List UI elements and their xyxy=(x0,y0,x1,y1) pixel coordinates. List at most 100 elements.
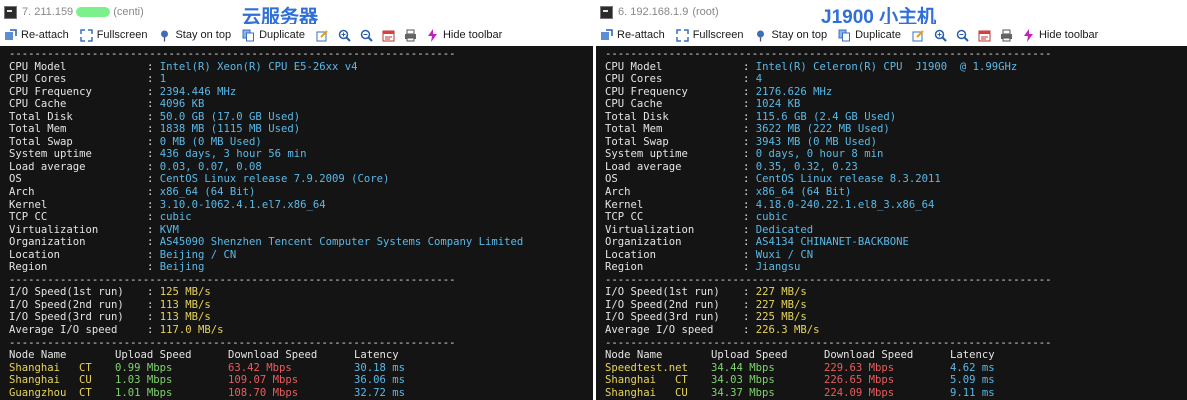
info-value: 0 MB (0 MB Used) xyxy=(159,135,262,148)
info-value: 2176.626 MHz xyxy=(755,85,833,98)
reattach-icon xyxy=(4,28,21,42)
latency: 32.72 ms xyxy=(354,386,406,399)
column-header: Node Name xyxy=(9,349,67,362)
macro-button[interactable] xyxy=(382,29,395,42)
upload-speed: 34.44 Mbps xyxy=(711,361,775,374)
info-key: OS xyxy=(9,173,22,186)
info-row: Load average: 0.35, 0.32, 0.23 xyxy=(605,161,1187,174)
node-name: Shanghai CU xyxy=(605,387,711,400)
macro-button[interactable] xyxy=(978,29,991,42)
toolbar-button-label: Fullscreen xyxy=(692,29,744,41)
tab-user: (centi) xyxy=(113,6,144,18)
reattach-button[interactable]: Re-attach xyxy=(600,28,665,42)
info-value: CentOS Linux release 7.9.2009 (Core) xyxy=(159,173,390,186)
node-isp: CU xyxy=(79,374,92,387)
print-button[interactable] xyxy=(1000,29,1013,42)
info-row: CPU Cache: 4096 KB xyxy=(9,98,593,111)
info-row: I/O Speed(3rd run): 113 MB/s xyxy=(9,311,593,324)
reattach-button[interactable]: Re-attach xyxy=(4,28,69,42)
info-colon: : xyxy=(743,110,756,123)
info-value: 3622 MB (222 MB Used) xyxy=(755,123,890,136)
info-key: I/O Speed(1st run) xyxy=(605,286,720,299)
pin-icon xyxy=(754,29,771,42)
stay-on-top-button[interactable]: Stay on top xyxy=(158,29,231,42)
info-colon: : xyxy=(147,173,160,186)
latency: 36.06 ms xyxy=(354,374,406,387)
toolbar-button-label: Fullscreen xyxy=(96,29,148,41)
toolbar-button-label: Stay on top xyxy=(771,29,828,41)
zoom-in-button[interactable] xyxy=(338,29,351,42)
edit-button[interactable] xyxy=(316,29,329,42)
speed-row: Guangzhou CT 1.01 Mbps 108.70 Mbps 32.72 ms xyxy=(9,387,593,400)
terminal-output[interactable]: ----------------------------------------… xyxy=(0,46,593,400)
terminal-tab-icon xyxy=(600,5,613,19)
hide-toolbar-button[interactable]: Hide toolbar xyxy=(426,28,502,42)
info-row: CPU Cores: 1 xyxy=(9,73,593,86)
duplicate-button[interactable]: Duplicate xyxy=(242,29,305,42)
info-value: 225 MB/s xyxy=(755,311,807,324)
info-value: AS4134 CHINANET-BACKBONE xyxy=(755,236,909,249)
toolbar-button-label: Re-attach xyxy=(21,29,69,41)
info-value: 1 xyxy=(159,73,167,86)
session-tab[interactable]: 7. 211.159 (centi) xyxy=(4,4,144,20)
separator-line: ----------------------------------------… xyxy=(9,48,456,60)
info-colon: : xyxy=(147,198,160,211)
separator-line: ----------------------------------------… xyxy=(9,336,456,349)
info-row: Total Swap: 3943 MB (0 MB Used) xyxy=(605,136,1187,149)
info-key: CPU Cache xyxy=(605,98,663,111)
stay-on-top-button[interactable]: Stay on top xyxy=(754,29,827,42)
zoom-out-icon xyxy=(956,29,969,42)
info-row: System uptime: 436 days, 3 hour 56 min xyxy=(9,148,593,161)
info-value: 3943 MB (0 MB Used) xyxy=(755,135,877,148)
info-row: TCP CC: cubic xyxy=(9,211,593,224)
info-key: Organization xyxy=(605,236,682,249)
info-key: Total Swap xyxy=(9,135,73,148)
title-bar: 7. 211.159 (centi) 云服务器 xyxy=(0,0,593,28)
info-key: CPU Cores xyxy=(9,73,67,86)
info-row: I/O Speed(3rd run): 225 MB/s xyxy=(605,311,1187,324)
info-row: OS: CentOS Linux release 8.3.2011 xyxy=(605,173,1187,186)
info-key: Total Disk xyxy=(9,110,73,123)
info-key: Organization xyxy=(9,236,86,249)
info-colon: : xyxy=(743,324,756,337)
info-row: TCP CC: cubic xyxy=(605,211,1187,224)
session-tab[interactable]: 6. 192.168.1.9 (root) xyxy=(600,4,719,20)
info-value: CentOS Linux release 8.3.2011 xyxy=(755,173,941,186)
zoom-in-button[interactable] xyxy=(934,29,947,42)
info-key: Average I/O speed xyxy=(605,324,714,337)
print-button[interactable] xyxy=(404,29,417,42)
info-key: Total Swap xyxy=(605,135,669,148)
duplicate-icon xyxy=(838,29,855,42)
zoom-out-button[interactable] xyxy=(956,29,969,42)
latency: 4.62 ms xyxy=(950,361,995,374)
info-row: I/O Speed(2nd run): 227 MB/s xyxy=(605,299,1187,312)
info-row: CPU Frequency: 2394.446 MHz xyxy=(9,86,593,99)
info-row: CPU Frequency: 2176.626 MHz xyxy=(605,86,1187,99)
info-row: Virtualization: KVM xyxy=(9,224,593,237)
edit-button[interactable] xyxy=(912,29,925,42)
info-colon: : xyxy=(743,236,756,249)
fullscreen-button[interactable]: Fullscreen xyxy=(79,28,148,42)
fullscreen-button[interactable]: Fullscreen xyxy=(675,28,744,42)
latency: 9.11 ms xyxy=(950,386,995,399)
hide-toolbar-button[interactable]: Hide toolbar xyxy=(1022,28,1098,42)
node-name: Shanghai CT xyxy=(9,362,115,375)
info-key: System uptime xyxy=(9,148,92,161)
info-value: 3.10.0-1062.4.1.el7.x86_64 xyxy=(159,198,326,211)
info-colon: : xyxy=(743,286,756,299)
node-isp: CU xyxy=(675,386,688,399)
info-key: Region xyxy=(605,261,644,274)
info-value: 50.0 GB (17.0 GB Used) xyxy=(159,110,301,123)
edit-icon xyxy=(912,29,925,42)
info-key: Average I/O speed xyxy=(9,324,118,337)
download-speed: 226.65 Mbps xyxy=(824,374,895,387)
zoom-out-button[interactable] xyxy=(360,29,373,42)
duplicate-button[interactable]: Duplicate xyxy=(838,29,901,42)
terminal-output[interactable]: ----------------------------------------… xyxy=(596,46,1187,400)
info-colon: : xyxy=(743,85,756,98)
info-key: Kernel xyxy=(9,198,48,211)
info-colon: : xyxy=(743,73,756,86)
info-colon: : xyxy=(743,160,756,173)
info-key: Location xyxy=(9,248,61,261)
node-isp: CT xyxy=(675,374,688,387)
